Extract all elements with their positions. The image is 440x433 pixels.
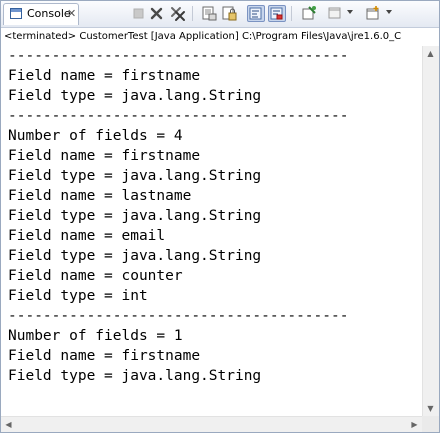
console-line: Field name = firstname — [8, 148, 201, 164]
scrollbar-corner — [422, 416, 439, 432]
open-console-button[interactable] — [364, 5, 382, 22]
console-line: Field type = java.lang.String — [8, 248, 262, 264]
horizontal-scrollbar[interactable]: ◀ ▶ — [1, 416, 422, 432]
toolbar-separator — [291, 6, 292, 21]
display-selected-console-button[interactable] — [326, 5, 344, 22]
console-icon — [10, 8, 22, 19]
word-wrap-icon — [249, 7, 262, 20]
console-line: --------------------------------------- — [8, 48, 349, 64]
console-line: Field type = java.lang.String — [8, 168, 262, 184]
scroll-down-icon[interactable]: ▼ — [423, 401, 438, 416]
remove-all-icon — [171, 7, 185, 21]
remove-launch-icon — [150, 7, 163, 20]
pin-icon — [302, 6, 316, 20]
show-console-on-output-button[interactable] — [268, 5, 286, 22]
console-line: Field type = int — [8, 288, 148, 304]
process-status-line: <terminated> CustomerTest [Java Applicat… — [4, 31, 402, 42]
display-console-icon — [328, 7, 341, 19]
chevron-down-icon[interactable] — [386, 10, 392, 14]
scroll-lock-icon — [222, 6, 237, 21]
tab-console[interactable]: Console ✕ — [3, 3, 79, 25]
chevron-down-icon[interactable] — [347, 10, 353, 14]
console-line: --------------------------------------- — [8, 308, 349, 324]
console-output[interactable]: --------------------------------------- … — [1, 46, 422, 416]
open-console-icon — [366, 6, 379, 20]
remove-all-terminated-button[interactable] — [169, 5, 187, 22]
console-line: Field name = email — [8, 228, 166, 244]
tab-console-label: Console — [27, 7, 71, 20]
stop-icon — [133, 8, 144, 19]
pin-console-button[interactable] — [300, 5, 318, 22]
console-line: Field type = java.lang.String — [8, 88, 262, 104]
console-line: --------------------------------------- — [8, 108, 349, 124]
terminate-button[interactable] — [129, 5, 147, 22]
console-line: Field name = lastname — [8, 188, 192, 204]
console-line: Field type = java.lang.String — [8, 368, 262, 384]
close-icon[interactable]: ✕ — [67, 7, 76, 20]
vertical-scrollbar[interactable]: ▲ ▼ — [422, 46, 439, 416]
console-line: Field name = firstname — [8, 348, 201, 364]
clear-console-button[interactable] — [200, 5, 218, 22]
scroll-lock-button[interactable] — [220, 5, 238, 22]
console-line: Field name = counter — [8, 268, 183, 284]
view-toolbar: Console ✕ — [1, 1, 439, 28]
console-line: Field name = firstname — [8, 68, 201, 84]
scroll-left-icon[interactable]: ◀ — [1, 417, 16, 432]
remove-launch-button[interactable] — [148, 5, 166, 22]
console-line: Field type = java.lang.String — [8, 208, 262, 224]
console-line: Number of fields = 4 — [8, 128, 183, 144]
console-line: Number of fields = 1 — [8, 328, 183, 344]
console-view: Console ✕ <terminated> CustomerTest [Jav… — [0, 0, 440, 433]
clear-console-icon — [202, 6, 217, 21]
toolbar-separator — [192, 6, 193, 21]
show-output-icon — [270, 7, 283, 20]
scroll-up-icon[interactable]: ▲ — [423, 46, 438, 61]
scroll-right-icon[interactable]: ▶ — [407, 417, 422, 432]
word-wrap-button[interactable] — [247, 5, 265, 22]
